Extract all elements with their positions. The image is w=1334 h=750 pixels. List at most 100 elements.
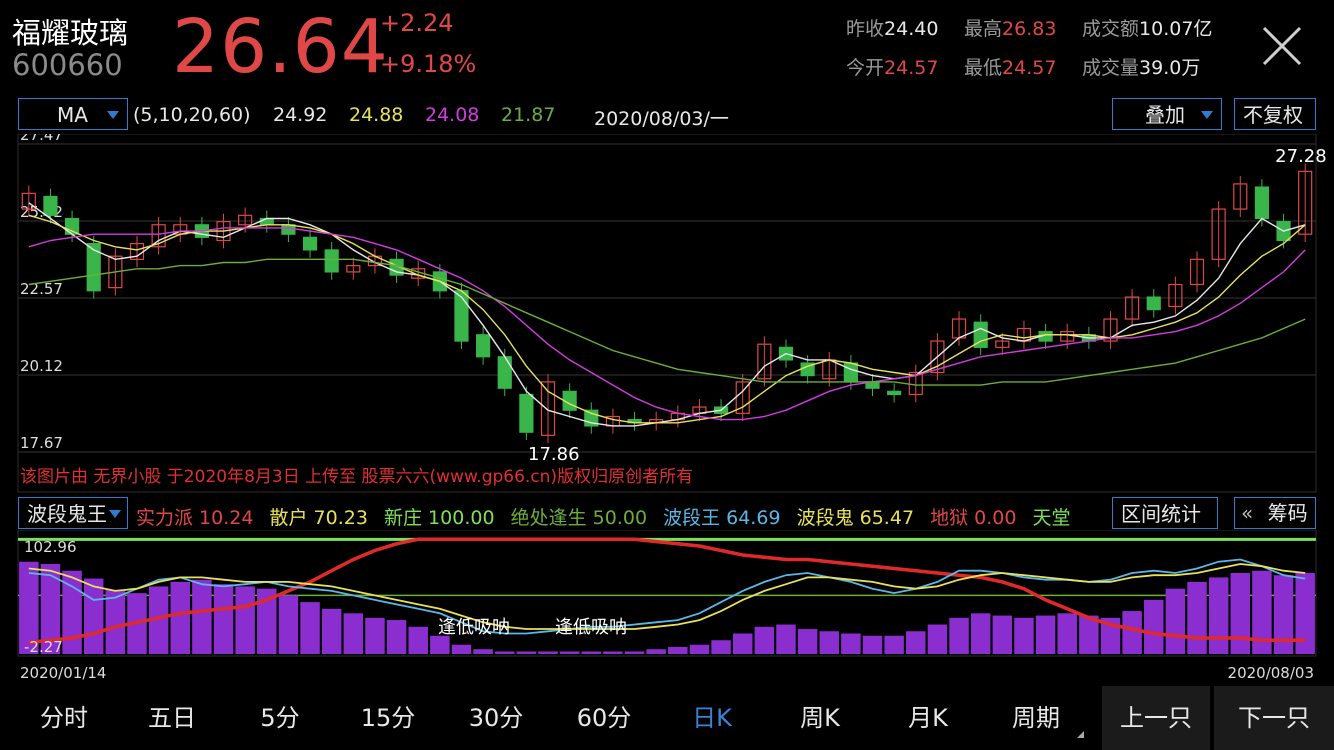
tab-period-label: 周期 bbox=[1012, 704, 1060, 732]
chevron-down-icon bbox=[109, 510, 121, 518]
volume-bar bbox=[906, 631, 926, 654]
volume-bar bbox=[170, 581, 190, 654]
annotation-label: 逢低吸呐 bbox=[438, 617, 510, 638]
stat-item: 最高26.83 bbox=[964, 14, 1056, 41]
indicator-value: 64.69 bbox=[720, 507, 787, 529]
close-icon[interactable] bbox=[1258, 22, 1306, 70]
stat-value: 24.57 bbox=[1002, 57, 1057, 79]
tab-30min[interactable]: 30分 bbox=[446, 686, 546, 750]
ma10-value: 24.88 bbox=[349, 104, 404, 126]
chevron-down-icon bbox=[1201, 111, 1213, 119]
stat-label: 最低 bbox=[964, 57, 1003, 79]
collapse-icon: « bbox=[1241, 501, 1254, 525]
candle-body bbox=[887, 390, 902, 396]
volume-bar bbox=[1230, 572, 1251, 654]
price-change: +2.24 bbox=[380, 9, 454, 37]
tab-five-day[interactable]: 五日 bbox=[122, 686, 222, 750]
period-tabs: 分时 五日 5分 15分 30分 60分 日K 周K 月K 周期 上一只 下一只 bbox=[0, 686, 1334, 750]
indicator-frame bbox=[17, 530, 1317, 657]
volume-bar bbox=[992, 615, 1013, 654]
volume-bar bbox=[343, 613, 364, 654]
candle-body bbox=[302, 236, 318, 251]
adjust-button[interactable]: 不复权 bbox=[1234, 98, 1316, 130]
stat-label: 今开 bbox=[846, 57, 885, 79]
volume-bar bbox=[624, 651, 645, 654]
y-tick-label: 17.67 bbox=[20, 434, 63, 452]
volume-bar bbox=[559, 651, 580, 654]
volume-bar bbox=[105, 589, 126, 654]
volume-bar bbox=[192, 579, 212, 654]
volume-bar bbox=[365, 617, 385, 654]
ma20-value: 24.08 bbox=[425, 104, 480, 126]
candle-body bbox=[476, 334, 491, 358]
tab-15min[interactable]: 15分 bbox=[338, 686, 438, 750]
watermark-text: 该图片由 无界小股 于2020年8月3日 上传至 股票六六(www.gp66.c… bbox=[20, 467, 693, 487]
stat-value: 24.40 bbox=[884, 18, 939, 40]
volume-bar bbox=[235, 586, 255, 654]
volume-bar bbox=[776, 624, 796, 654]
candle-body bbox=[43, 195, 58, 216]
overlay-button[interactable]: 叠加 bbox=[1112, 98, 1222, 130]
cursor-date: 2020/08/03/一 bbox=[594, 108, 729, 130]
stock-code: 600660 bbox=[12, 48, 123, 82]
indicator-select-label: 波段鬼王 bbox=[27, 502, 107, 526]
volume-bar bbox=[386, 620, 407, 654]
volume-bar bbox=[1208, 577, 1229, 654]
min-price-label: 17.86 bbox=[528, 444, 580, 465]
volume-bar bbox=[732, 633, 753, 654]
x-end-label: 2020/08/03 bbox=[1228, 664, 1314, 682]
stat-label: 成交量 bbox=[1082, 57, 1140, 79]
tab-5min[interactable]: 5分 bbox=[230, 686, 330, 750]
stat-value: 10.07亿 bbox=[1139, 18, 1213, 40]
range-stats-button[interactable]: 区间统计 bbox=[1112, 497, 1218, 529]
volume-bar bbox=[473, 649, 493, 654]
tab-weekly[interactable]: 周K bbox=[770, 686, 870, 750]
chips-button[interactable]: « 筹码 bbox=[1234, 497, 1316, 529]
next-stock-button[interactable]: 下一只 bbox=[1214, 686, 1334, 750]
volume-bar bbox=[300, 602, 320, 654]
volume-bar bbox=[581, 651, 602, 654]
tab-monthly[interactable]: 月K bbox=[878, 686, 978, 750]
volume-bar bbox=[321, 608, 342, 654]
indicator-value: 50.00 bbox=[586, 507, 654, 529]
volume-bar bbox=[1273, 575, 1294, 654]
volume-bar bbox=[970, 613, 991, 654]
volume-bar bbox=[495, 651, 515, 654]
indicator-label: 地狱 bbox=[930, 507, 969, 529]
volume-bar bbox=[1165, 588, 1186, 654]
indicator-label: 波段王 bbox=[663, 507, 721, 529]
volume-bar bbox=[862, 635, 883, 654]
ma-line bbox=[28, 258, 1306, 386]
indicator-label: 绝处逢生 bbox=[510, 507, 587, 529]
volume-bar bbox=[711, 640, 731, 654]
stat-label: 昨收 bbox=[846, 18, 885, 40]
y-tick-label: 27.47 bbox=[20, 134, 63, 144]
candle-body bbox=[519, 393, 534, 433]
indicator-chart[interactable]: 102.96-2.27逢低吸呐逢低吸呐S2020/01/142020/08/03 bbox=[0, 530, 1334, 686]
stat-value: 24.57 bbox=[884, 57, 939, 79]
volume-bar bbox=[1057, 613, 1077, 654]
volume-bar bbox=[754, 626, 775, 654]
chart-frame bbox=[17, 134, 1317, 493]
volume-bar bbox=[430, 635, 450, 654]
tab-period[interactable]: 周期 bbox=[986, 686, 1086, 750]
ma-select-button[interactable]: MA bbox=[18, 98, 128, 130]
candlestick-chart[interactable]: 27.4725.0222.5720.1217.6727.2817.86该图片由 … bbox=[0, 134, 1334, 494]
stat-item: 成交量39.0万 bbox=[1082, 53, 1200, 80]
candle-body bbox=[1146, 296, 1161, 311]
volume-bar bbox=[83, 578, 104, 654]
indicator-value: 100.00 bbox=[422, 507, 501, 529]
volume-bar bbox=[278, 595, 299, 654]
volume-bar bbox=[949, 617, 969, 654]
prev-stock-button[interactable]: 上一只 bbox=[1102, 686, 1210, 750]
volume-bar bbox=[927, 624, 948, 654]
corner-triangle-icon bbox=[1077, 731, 1084, 738]
stat-label: 成交额 bbox=[1082, 18, 1140, 40]
indicator-label: 散户 bbox=[269, 507, 308, 529]
tab-60min[interactable]: 60分 bbox=[554, 686, 654, 750]
indicator-values: 实力派 10.24 散户 70.23 新庄 100.00 绝处逢生 50.00 … bbox=[136, 503, 1112, 530]
tab-daily[interactable]: 日K bbox=[662, 686, 762, 750]
indicator-select-button[interactable]: 波段鬼王 bbox=[18, 497, 128, 529]
y-tick-label: 102.96 bbox=[24, 538, 77, 556]
tab-intraday[interactable]: 分时 bbox=[14, 686, 114, 750]
